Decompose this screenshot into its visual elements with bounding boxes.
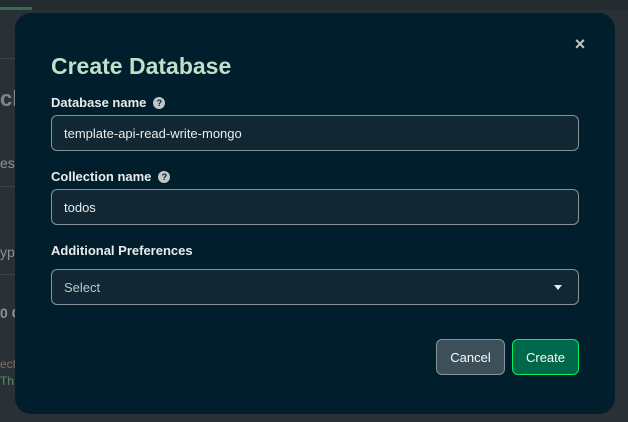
collection-name-label-text: Collection name [51, 169, 152, 184]
create-button[interactable]: Create [512, 339, 579, 375]
database-name-input[interactable] [51, 115, 579, 151]
question-circle-icon[interactable]: ? [158, 170, 171, 183]
database-name-label: Database name ? [51, 95, 166, 110]
close-icon[interactable]: × [571, 35, 589, 53]
modal-title: Create Database [51, 53, 232, 79]
collection-name-input[interactable] [51, 189, 579, 225]
collection-name-label: Collection name ? [51, 169, 171, 184]
caret-down-icon [554, 284, 562, 290]
additional-preferences-label-text: Additional Preferences [51, 243, 193, 258]
background-text: es [0, 155, 15, 171]
additional-preferences-select[interactable]: Select [51, 269, 579, 305]
background-text: ect [0, 357, 17, 371]
cancel-button[interactable]: Cancel [436, 339, 505, 375]
create-database-modal: × Create Database Database name ? Collec… [15, 13, 615, 414]
background-text: Th [0, 374, 15, 388]
select-value: Select [64, 279, 101, 295]
background-tab-indicator [0, 7, 32, 10]
question-circle-icon[interactable]: ? [153, 96, 166, 109]
additional-preferences-label: Additional Preferences [51, 243, 193, 258]
database-name-label-text: Database name [51, 95, 147, 110]
background-topbar [0, 0, 628, 10]
